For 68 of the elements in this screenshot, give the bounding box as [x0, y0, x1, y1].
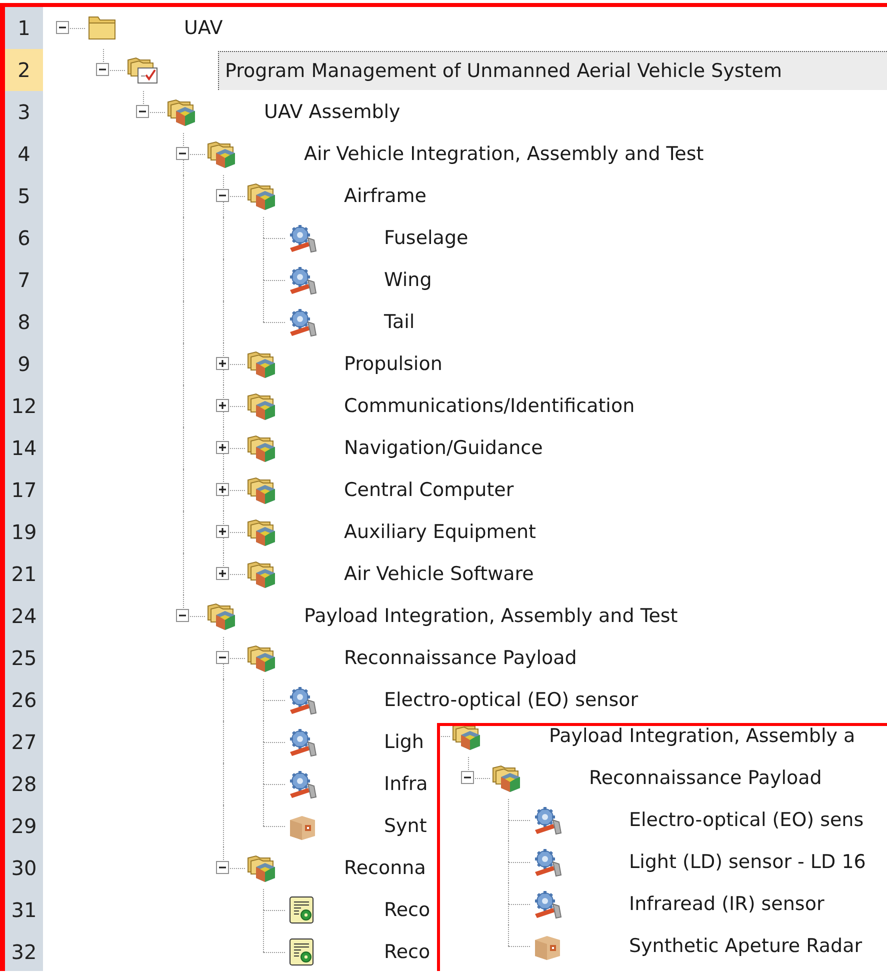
tree-item-label[interactable]: Synt [384, 806, 427, 846]
expand-toggle[interactable] [216, 399, 229, 412]
row-number: 21 [5, 553, 43, 595]
tree-item-label[interactable]: Navigation/Guidance [344, 428, 543, 468]
tree-item-label[interactable]: Ligh [384, 722, 424, 762]
row-number: 30 [5, 847, 43, 889]
row-number: 25 [5, 637, 43, 679]
row-number: 32 [5, 931, 43, 971]
row-number: 4 [5, 133, 43, 175]
collapse-toggle[interactable] [136, 105, 149, 118]
row-number: 28 [5, 763, 43, 805]
tree-item-label[interactable]: Reconnaissance Payload [344, 638, 577, 678]
row-number: 31 [5, 889, 43, 931]
collapse-toggle[interactable] [176, 609, 189, 622]
row-number: 19 [5, 511, 43, 553]
tree-item-label[interactable]: Payload Integration, Assembly and Test [304, 596, 678, 636]
row-number: 9 [5, 343, 43, 385]
collapse-toggle[interactable] [216, 651, 229, 664]
tree-item-label[interactable]: Payload Integration, Assembly a [549, 726, 856, 756]
expand-toggle[interactable] [216, 525, 229, 538]
tree-item-label[interactable]: Air Vehicle Integration, Assembly and Test [304, 134, 704, 174]
tree-item-label[interactable]: Reconna [344, 848, 426, 888]
tree-item-label[interactable]: Communications/Identification [344, 386, 635, 426]
row-number: 1 [5, 7, 43, 49]
tree-item-label[interactable]: Air Vehicle Software [344, 554, 534, 594]
row-number: 12 [5, 385, 43, 427]
tree-item-label[interactable]: UAV Assembly [264, 92, 400, 132]
collapse-toggle[interactable] [216, 861, 229, 874]
tree-item-label[interactable]: Electro-optical (EO) sens [629, 800, 864, 840]
tree-item-label[interactable]: Synthetic Apeture Radar [629, 926, 862, 966]
expand-toggle[interactable] [216, 567, 229, 580]
row-number: 17 [5, 469, 43, 511]
row-number: 26 [5, 679, 43, 721]
tree-item-label[interactable]: Auxiliary Equipment [344, 512, 536, 552]
tree-item-label[interactable]: Infra [384, 764, 428, 804]
row-number: 29 [5, 805, 43, 847]
tree-item-label[interactable]: Propulsion [344, 344, 442, 384]
row-number: 2 [5, 49, 43, 91]
tree-item-label[interactable]: Wing [384, 260, 432, 300]
collapse-toggle[interactable] [56, 21, 69, 34]
row-number: 14 [5, 427, 43, 469]
tree-item-label[interactable]: Reco [384, 890, 430, 930]
expand-toggle[interactable] [216, 357, 229, 370]
tree-item-label[interactable]: UAV [184, 8, 223, 48]
tree-item-label[interactable]: Electro-optical (EO) sensor [384, 680, 638, 720]
tree-item-label[interactable]: Light (LD) sensor - LD 16 [629, 842, 866, 882]
row-number: 24 [5, 595, 43, 637]
collapse-toggle[interactable] [96, 63, 109, 76]
tree-item-label[interactable]: Fuselage [384, 218, 468, 258]
row-number: 5 [5, 175, 43, 217]
expand-toggle[interactable] [216, 441, 229, 454]
folder-cube-icon [451, 726, 483, 752]
tree-item-label[interactable]: Central Computer [344, 470, 514, 510]
tree-item-label[interactable]: Infraread (IR) sensor [629, 884, 824, 924]
collapse-toggle[interactable] [216, 189, 229, 202]
collapse-toggle[interactable] [461, 771, 474, 784]
tree-item-label[interactable]: Reco [384, 932, 430, 971]
row-number: 8 [5, 301, 43, 343]
row-number: 6 [5, 217, 43, 259]
row-number: 27 [5, 721, 43, 763]
tree-item-label[interactable]: Airframe [344, 176, 426, 216]
collapse-toggle[interactable] [176, 147, 189, 160]
tree-item-label[interactable]: Program Management of Unmanned Aerial Vehicle System [218, 50, 887, 90]
tree-item-label[interactable]: Tail [384, 302, 415, 342]
row-number: 3 [5, 91, 43, 133]
expand-toggle[interactable] [216, 483, 229, 496]
tree-item-label[interactable]: Reconnaissance Payload [589, 758, 822, 798]
row-number: 7 [5, 259, 43, 301]
